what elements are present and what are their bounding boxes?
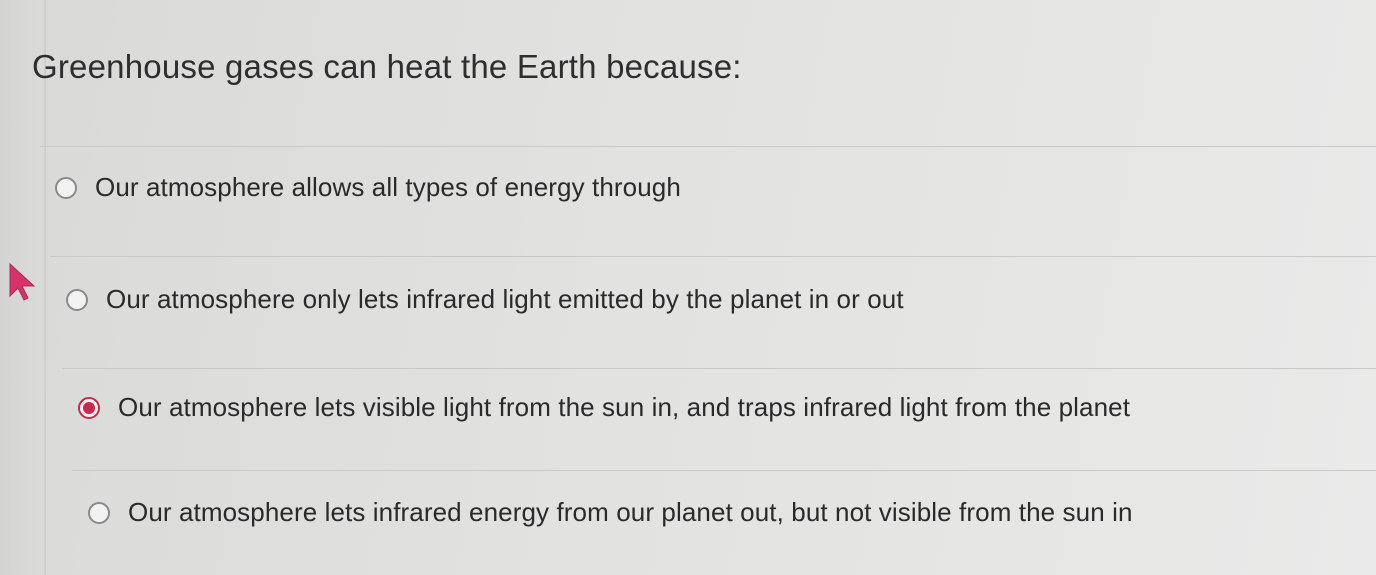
answer-option-4[interactable]: Our atmosphere lets infrared energy from… [88, 497, 1133, 528]
radio-button-unchecked-icon[interactable] [88, 501, 110, 524]
radio-button-unchecked-icon[interactable] [55, 176, 77, 199]
radio-button-checked-icon[interactable] [78, 396, 100, 419]
divider [40, 146, 1376, 147]
divider [72, 470, 1376, 471]
answer-option-label: Our atmosphere lets visible light from t… [118, 392, 1131, 422]
divider [50, 256, 1376, 257]
answer-option-2[interactable]: Our atmosphere only lets infrared light … [66, 284, 904, 315]
answer-option-label: Our atmosphere only lets infrared light … [106, 284, 904, 314]
radio-button-unchecked-icon[interactable] [66, 288, 88, 311]
pointer-arrow-icon [9, 262, 36, 301]
question-title: Greenhouse gases can heat the Earth beca… [32, 48, 742, 85]
answer-option-3[interactable]: Our atmosphere lets visible light from t… [78, 392, 1130, 423]
answer-option-label: Our atmosphere lets infrared energy from… [128, 497, 1133, 527]
answer-option-label: Our atmosphere allows all types of energ… [95, 172, 681, 202]
answer-option-1[interactable]: Our atmosphere allows all types of energ… [55, 172, 681, 203]
divider [62, 368, 1376, 369]
